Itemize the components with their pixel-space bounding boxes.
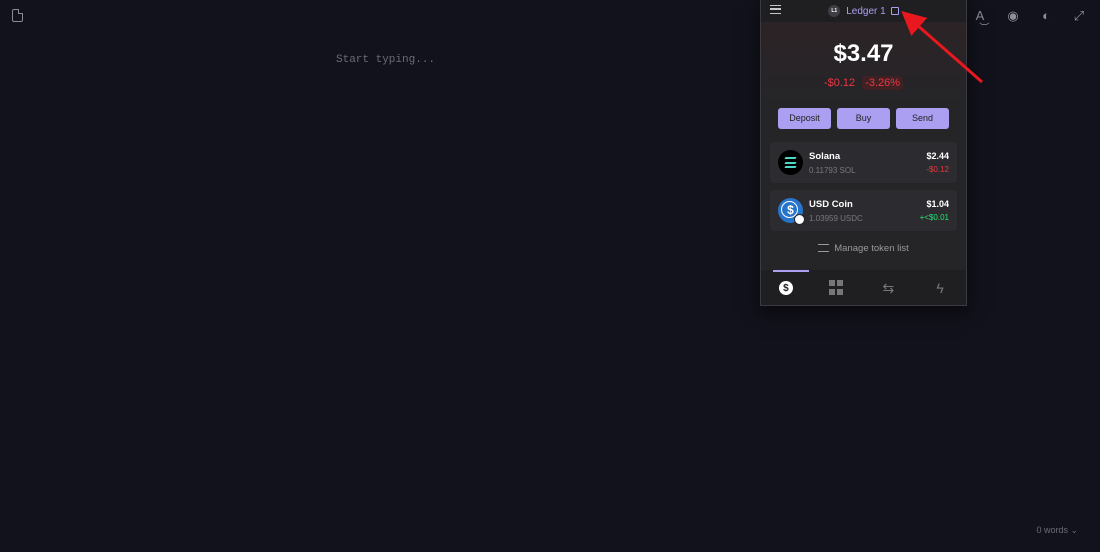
red-annotation-arrow <box>901 11 983 84</box>
